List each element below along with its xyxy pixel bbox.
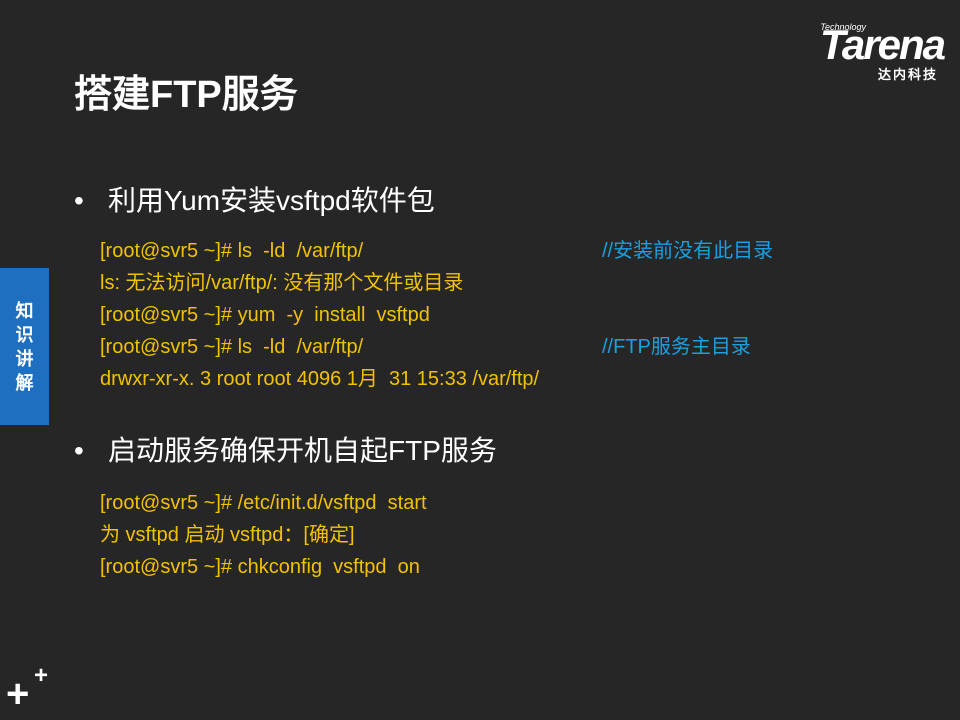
code-text: [root@svr5 ~]# ls -ld /var/ftp/ <box>100 240 364 262</box>
code-text: [root@svr5 ~]# yum -y install vsftpd <box>100 304 430 326</box>
side-tab-char: 识 <box>15 324 34 345</box>
plus-big: + <box>6 672 30 716</box>
code-text: 为 vsftpd 启动 vsftpd：[确定] <box>100 524 355 546</box>
code-line: [root@svr5 ~]# chkconfig vsftpd on <box>100 551 427 583</box>
bullet-text: 利用Yum安装vsftpd软件包 <box>108 185 435 216</box>
code-line: [root@svr5 ~]# ls -ld /var/ftp/ //FTP服务主目… <box>100 331 751 363</box>
slide-title: 搭建FTP服务 <box>74 74 298 116</box>
code-text: ls: 无法访问/var/ftp/: 没有那个文件或目录 <box>100 272 464 294</box>
bullet-start: • 启动服务确保开机自起FTP服务 <box>74 434 497 468</box>
code-block-start: [root@svr5 ~]# /etc/init.d/vsftpd start … <box>100 487 427 583</box>
code-comment: //安装前没有此目录 <box>602 240 774 262</box>
code-line: [root@svr5 ~]# ls -ld /var/ftp/ //安装前没有此目… <box>100 235 773 267</box>
code-text: [root@svr5 ~]# chkconfig vsftpd on <box>100 556 420 578</box>
bullet-text: 启动服务确保开机自起FTP服务 <box>108 435 497 466</box>
code-line: [root@svr5 ~]# yum -y install vsftpd <box>100 299 539 331</box>
side-tab-char: 知 <box>15 300 34 321</box>
code-line: 为 vsftpd 启动 vsftpd：[确定] <box>100 519 427 551</box>
logo-brand: Tarena <box>819 21 946 68</box>
code-block-install: [root@svr5 ~]# ls -ld /var/ftp/ //安装前没有此目… <box>100 235 773 395</box>
slide: Technology Tarena 达内科技 搭建FTP服务 知 识 讲 解 •… <box>0 0 960 720</box>
bullet-dot: • <box>74 185 84 216</box>
code-line: drwxr-xr-x. 3 root root 4096 1月 31 15:33… <box>100 363 539 395</box>
bullet-dot: • <box>74 435 84 466</box>
code-line: [root@svr5 ~]# /etc/init.d/vsftpd start <box>100 487 427 519</box>
side-tab-char: 解 <box>15 372 34 393</box>
side-tab-char: 讲 <box>15 348 34 369</box>
code-text: [root@svr5 ~]# /etc/init.d/vsftpd start <box>100 492 427 514</box>
plus-decoration-icon: + + <box>6 662 48 716</box>
tarena-logo: Technology Tarena 达内科技 <box>774 21 946 82</box>
code-comment: //FTP服务主目录 <box>602 336 751 358</box>
code-text: drwxr-xr-x. 3 root root 4096 1月 31 15:33… <box>100 368 540 390</box>
bullet-install: • 利用Yum安装vsftpd软件包 <box>74 184 435 218</box>
plus-small: + <box>34 662 49 689</box>
code-text: [root@svr5 ~]# ls -ld /var/ftp/ <box>100 336 364 358</box>
knowledge-tab: 知 识 讲 解 <box>0 268 49 425</box>
logo-chinese: 达内科技 <box>877 67 938 82</box>
code-line: ls: 无法访问/var/ftp/: 没有那个文件或目录 <box>100 267 539 299</box>
